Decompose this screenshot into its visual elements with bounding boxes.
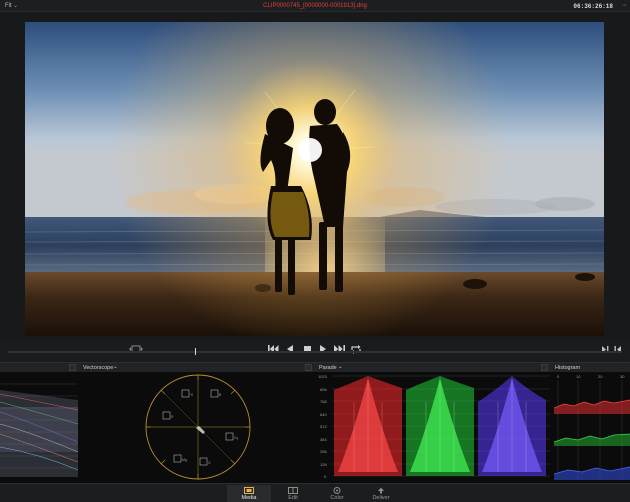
parade-tick-label: 384 — [320, 437, 327, 442]
stop-icon[interactable] — [302, 343, 312, 355]
parade-scope: 1023 896 768 640 512 384 256 128 0 — [314, 372, 554, 483]
media-icon — [244, 487, 254, 494]
vectorscope-dropdown-icon[interactable]: ⌄ — [113, 364, 118, 370]
parade-label[interactable]: Parade — [319, 365, 337, 371]
vector-target-label: R — [171, 415, 174, 419]
histogram-scope: 0 10 20 30 — [554, 372, 630, 483]
histogram-tick-label: 10 — [576, 374, 581, 379]
more-options-icon[interactable]: ··· — [622, 2, 627, 9]
waveform-scope — [0, 372, 78, 483]
video-frame-image — [25, 22, 604, 336]
page-tab-deliver[interactable]: Deliver — [359, 485, 403, 502]
playhead[interactable] — [195, 348, 196, 355]
viewer-mode-icon[interactable] — [128, 343, 144, 355]
vectorscope-options-button[interactable] — [305, 364, 312, 371]
page-tab-label: Media — [241, 495, 257, 501]
parade-tick-label: 0 — [324, 474, 327, 479]
parade-tick-label: 512 — [320, 424, 327, 429]
page-navigation: Media Edit Color Deliver — [0, 483, 630, 502]
timeline-scrubber[interactable] — [8, 348, 622, 355]
parade-dropdown-icon[interactable]: ⌄ — [338, 364, 343, 370]
edit-icon — [288, 487, 298, 494]
vector-target-label: B — [219, 393, 222, 397]
vector-target-label: Yl — [190, 393, 193, 397]
page-tab-label: Deliver — [372, 495, 390, 501]
page-tab-color[interactable]: Color — [315, 485, 359, 502]
play-reverse-icon[interactable] — [285, 343, 295, 355]
vectorscope-label[interactable]: Vectorscope — [83, 365, 113, 371]
page-tab-label: Color — [330, 495, 344, 501]
page-tab-edit[interactable]: Edit — [271, 485, 315, 502]
vectorscope: R Mg B Cy G Yl — [78, 372, 314, 483]
go-to-start-icon[interactable] — [267, 343, 279, 355]
play-icon[interactable] — [318, 343, 328, 355]
vector-target-label: Mg — [182, 458, 187, 462]
histogram-tick-label: 0 — [557, 374, 560, 379]
parade-tick-label: 1023 — [318, 374, 328, 379]
video-frame — [25, 22, 604, 336]
deliver-icon — [378, 487, 384, 494]
scopes-header: Vectorscope ⌄ Parade ⌄ Histogram — [0, 362, 630, 372]
vector-target-label: G — [208, 461, 211, 465]
color-icon — [333, 487, 341, 494]
go-to-end-icon[interactable] — [333, 343, 345, 355]
loop-icon[interactable] — [350, 343, 362, 355]
parade-options-button[interactable] — [541, 364, 548, 371]
previous-clip-icon[interactable] — [600, 343, 610, 355]
page-tab-label: Edit — [288, 495, 298, 501]
transport-controls — [0, 338, 630, 362]
parade-tick-label: 256 — [320, 449, 327, 454]
parade-tick-label: 896 — [320, 387, 327, 392]
parade-tick-label: 768 — [320, 399, 327, 404]
histogram-label[interactable]: Histogram — [555, 365, 580, 371]
vector-target-label: Cy — [234, 436, 239, 440]
clip-filename: CLIP0000745_[0000000-0001913].dng — [263, 3, 367, 9]
parade-tick-label: 128 — [320, 462, 327, 467]
histogram-tick-label: 30 — [620, 374, 625, 379]
timecode-display: 06:36:26:18 — [573, 3, 613, 10]
next-clip-icon[interactable] — [612, 343, 622, 355]
page-tab-media[interactable]: Media — [227, 485, 271, 502]
histogram-tick-label: 20 — [598, 374, 603, 379]
viewer-top-bar: Fit ⌄ CLIP0000745_[0000000-0001913].dng … — [0, 0, 630, 12]
waveform-options-button[interactable] — [69, 364, 76, 371]
parade-tick-label: 640 — [320, 412, 327, 417]
